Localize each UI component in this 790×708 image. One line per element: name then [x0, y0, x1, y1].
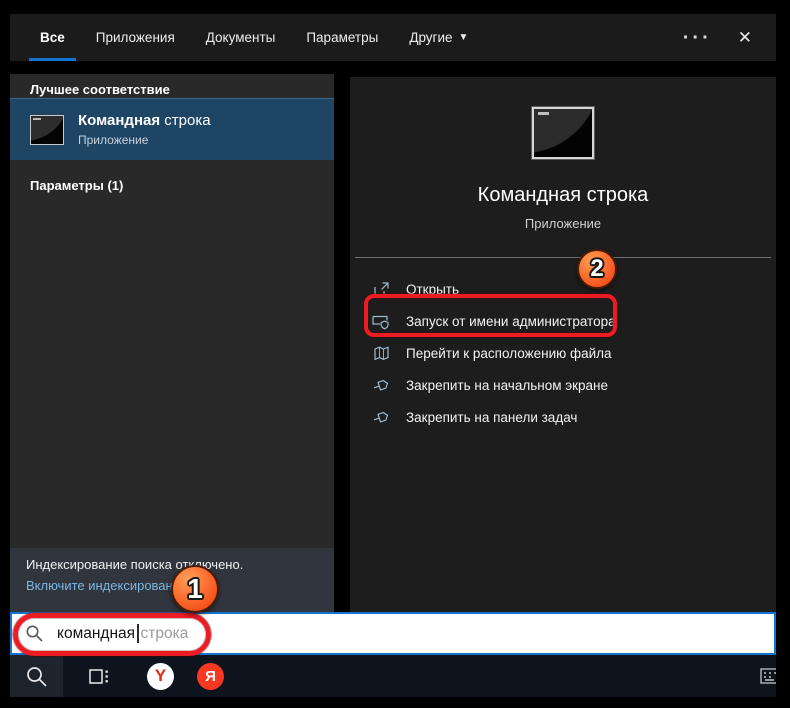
action-pin-to-taskbar-label: Закрепить на панели задач	[406, 409, 578, 425]
action-open-file-location[interactable]: Перейти к расположению файла	[350, 337, 776, 369]
annotation-highlight-run-as-admin	[364, 294, 617, 337]
pin-icon	[372, 408, 390, 426]
yandex-browser-icon[interactable]: Y	[147, 662, 174, 690]
results-panel: Лучшее соответствие Командная строка При…	[10, 74, 334, 612]
best-match-title: Командная строка	[78, 112, 211, 129]
best-match-text: Командная строка Приложение	[78, 112, 211, 147]
preview-divider	[355, 257, 771, 258]
search-flyout-screen: Все Приложения Документы Параметры Други…	[0, 0, 790, 708]
best-match-title-rest: строка	[164, 112, 211, 129]
tab-apps-label: Приложения	[95, 30, 175, 45]
action-pin-to-start[interactable]: Закрепить на начальном экране	[350, 369, 776, 401]
tab-all-label: Все	[40, 30, 65, 45]
task-view-button[interactable]	[76, 655, 122, 697]
annotation-step-2-badge: 2	[577, 249, 617, 289]
tab-all[interactable]: Все	[29, 14, 76, 61]
best-match-header: Лучшее соответствие	[30, 82, 170, 97]
file-location-icon	[372, 344, 390, 362]
cmd-app-icon-large	[532, 107, 594, 159]
tab-settings-label: Параметры	[306, 30, 379, 45]
action-pin-to-start-label: Закрепить на начальном экране	[406, 377, 609, 393]
tab-settings[interactable]: Параметры	[304, 14, 380, 61]
action-open-file-location-label: Перейти к расположению файла	[406, 345, 612, 361]
preview-title: Командная строка	[477, 184, 649, 206]
pin-icon	[372, 376, 390, 394]
best-match-subtitle: Приложение	[78, 133, 149, 147]
preview-panel: Командная строка Приложение Открыть Запу…	[350, 77, 776, 612]
chevron-down-icon: ▼	[458, 32, 469, 43]
preview-subtitle: Приложение	[524, 216, 602, 231]
tab-more-label: Другие	[409, 30, 453, 45]
best-match-title-bold: Командная	[78, 112, 161, 129]
keyboard-icon[interactable]	[760, 666, 776, 691]
annotation-highlight-search	[13, 613, 211, 656]
tabbar-right-controls: ··· ✕	[683, 14, 776, 61]
yandex-icon[interactable]: Я	[197, 662, 224, 690]
search-icon	[27, 666, 47, 687]
params-section-header[interactable]: Параметры (1)	[10, 170, 334, 194]
tab-more[interactable]: Другие ▼	[407, 14, 470, 61]
taskbar-search-button[interactable]	[10, 655, 63, 697]
action-pin-to-taskbar[interactable]: Закрепить на панели задач	[350, 401, 776, 433]
taskbar: Y Я	[10, 655, 776, 697]
search-filter-tabbar: Все Приложения Документы Параметры Други…	[10, 14, 776, 61]
more-options-icon[interactable]: ···	[683, 28, 712, 48]
tab-documents-label: Документы	[205, 30, 276, 45]
best-match-item[interactable]: Командная строка Приложение	[10, 98, 334, 160]
cmd-app-icon	[30, 114, 64, 145]
tab-apps[interactable]: Приложения	[94, 14, 177, 61]
task-view-icon	[89, 668, 108, 684]
annotation-step-1-badge: 1	[171, 565, 219, 613]
close-icon[interactable]: ✕	[738, 28, 752, 48]
tab-documents[interactable]: Документы	[204, 14, 278, 61]
